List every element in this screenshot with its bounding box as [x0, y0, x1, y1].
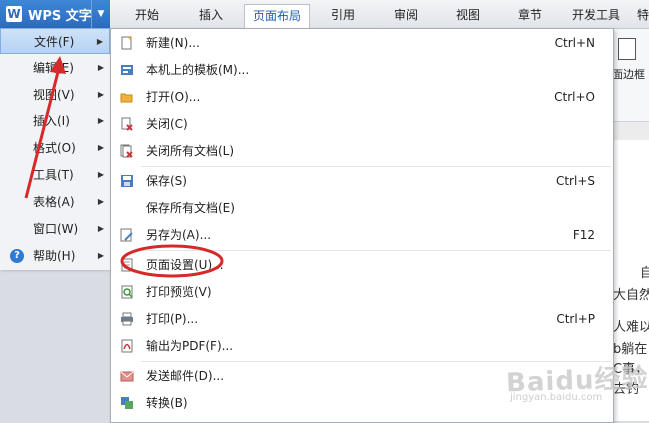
tab-special-partial[interactable]: 特 [636, 4, 649, 28]
chevron-right-icon: ▶ [97, 63, 104, 72]
chevron-right-icon: ▶ [97, 197, 104, 206]
chevron-right-icon: ▶ [97, 143, 104, 152]
file-close-label: 关闭(C) [146, 117, 188, 131]
save-icon [120, 174, 134, 188]
file-close-all[interactable]: 关闭所有文档(L) [111, 138, 611, 164]
menu-item-table[interactable]: 表格(A) ▶ [0, 189, 110, 215]
convert-icon [120, 396, 134, 410]
title-tab-bar: W WPS 文字 ▼ 开始 插入 页面布局 引用 审阅 视图 章节 开发工具 特 [0, 0, 649, 29]
file-save-label: 保存(S) [146, 174, 187, 188]
save-as-icon [120, 228, 134, 242]
tab-developer-tools[interactable]: 开发工具 [565, 4, 627, 28]
close-all-documents-icon [120, 144, 134, 158]
document-text-line: 人难以 [613, 320, 649, 335]
document-text-line: 大自然 [613, 288, 649, 303]
menu-item-label: 格式(O) [33, 141, 76, 155]
file-new[interactable]: 新建(N)... Ctrl+N [111, 30, 611, 56]
file-print-shortcut: Ctrl+P [556, 312, 595, 326]
page-border-icon[interactable] [618, 38, 636, 60]
file-local-templates-label: 本机上的模板(M)... [146, 63, 250, 77]
file-export-pdf-label: 输出为PDF(F)... [146, 339, 234, 353]
file-save-all-label: 保存所有文档(E) [146, 201, 235, 215]
file-save-shortcut: Ctrl+S [555, 174, 595, 188]
file-open[interactable]: 打开(O)... Ctrl+O [111, 84, 611, 110]
new-document-icon [120, 36, 134, 50]
menu-separator [141, 250, 611, 251]
menu-separator [141, 166, 611, 167]
menu-item-label: 文件(F) [34, 35, 75, 49]
file-convert-label: 转换(B) [146, 396, 188, 410]
menu-item-view[interactable]: 视图(V) ▶ [0, 82, 110, 108]
app-title: WPS 文字 [28, 8, 92, 24]
page-border-label[interactable]: 面边框 [612, 66, 645, 82]
document-text-line: b躺在 [613, 342, 648, 357]
file-new-shortcut: Ctrl+N [554, 36, 595, 50]
baidu-watermark-url: jingyan.baidu.com [510, 392, 603, 403]
printer-icon [120, 312, 134, 326]
menu-item-help[interactable]: ? 帮助(H) ▶ [0, 243, 110, 269]
file-save-as[interactable]: 另存为(A)... F12 [111, 222, 611, 248]
chevron-down-icon[interactable]: ▼ [91, 0, 110, 28]
chevron-right-icon: ▶ [97, 116, 104, 125]
file-page-setup-label: 页面设置(U)... [146, 258, 224, 272]
file-page-setup[interactable]: 页面设置(U)... [111, 252, 611, 278]
menu-item-format[interactable]: 格式(O) ▶ [0, 135, 110, 161]
chevron-right-icon: ▶ [97, 251, 104, 260]
menu-item-label: 帮助(H) [33, 249, 76, 263]
menu-item-label: 窗口(W) [33, 222, 79, 236]
tab-view[interactable]: 视图 [442, 4, 494, 28]
chevron-right-icon: ▶ [96, 37, 103, 46]
wps-app-menu-button[interactable]: W WPS 文字 ▼ [0, 0, 110, 28]
file-export-pdf[interactable]: 输出为PDF(F)... [111, 333, 611, 359]
mail-icon [120, 369, 134, 383]
print-preview-icon [120, 285, 134, 299]
file-local-templates[interactable]: 本机上的模板(M)... [111, 57, 611, 83]
menu-item-label: 工具(T) [33, 168, 74, 182]
file-print-preview-label: 打印预览(V) [146, 285, 212, 299]
tab-home[interactable]: 开始 [120, 4, 174, 28]
file-print[interactable]: 打印(P)... Ctrl+P [111, 306, 611, 332]
file-open-shortcut: Ctrl+O [554, 90, 595, 104]
menu-item-label: 视图(V) [33, 88, 75, 102]
menu-item-window[interactable]: 窗口(W) ▶ [0, 216, 110, 242]
open-folder-icon [120, 90, 134, 104]
tab-review[interactable]: 审阅 [380, 4, 432, 28]
tab-page-layout[interactable]: 页面布局 [244, 4, 310, 28]
chevron-right-icon: ▶ [97, 170, 104, 179]
file-print-preview[interactable]: 打印预览(V) [111, 279, 611, 305]
file-close-all-label: 关闭所有文档(L) [146, 144, 235, 158]
file-open-label: 打开(O)... [146, 90, 201, 104]
menu-item-insert[interactable]: 插入(I) ▶ [0, 108, 110, 134]
menu-item-label: 编辑(E) [33, 61, 74, 75]
pdf-icon [120, 339, 134, 353]
template-icon [120, 63, 134, 77]
file-save[interactable]: 保存(S) Ctrl+S [111, 168, 611, 194]
menu-item-label: 表格(A) [33, 195, 75, 209]
menu-item-tools[interactable]: 工具(T) ▶ [0, 162, 110, 188]
close-document-icon [120, 117, 134, 131]
document-text-line: 自 [640, 266, 649, 281]
tab-insert[interactable]: 插入 [184, 4, 238, 28]
file-close[interactable]: 关闭(C) [111, 111, 611, 137]
wps-logo-icon: W [6, 6, 22, 22]
file-save-all[interactable]: 保存所有文档(E) [111, 195, 611, 221]
wps-main-menu: 文件(F) ▶ 编辑(E) ▶ 视图(V) ▶ 插入(I) ▶ 格式(O) ▶ … [0, 28, 111, 270]
chevron-right-icon: ▶ [97, 224, 104, 233]
menu-item-edit[interactable]: 编辑(E) ▶ [0, 55, 110, 81]
tab-references[interactable]: 引用 [318, 4, 368, 28]
file-print-label: 打印(P)... [146, 312, 199, 326]
file-save-as-label: 另存为(A)... [146, 228, 212, 242]
menu-item-file[interactable]: 文件(F) ▶ [0, 28, 110, 54]
page-setup-icon [120, 258, 134, 272]
menu-item-label: 插入(I) [33, 114, 70, 128]
tab-sections[interactable]: 章节 [504, 4, 556, 28]
file-new-label: 新建(N)... [146, 36, 200, 50]
file-save-as-shortcut: F12 [572, 228, 595, 242]
help-icon: ? [10, 249, 24, 263]
file-send-mail-label: 发送邮件(D)... [146, 369, 225, 383]
chevron-right-icon: ▶ [97, 90, 104, 99]
